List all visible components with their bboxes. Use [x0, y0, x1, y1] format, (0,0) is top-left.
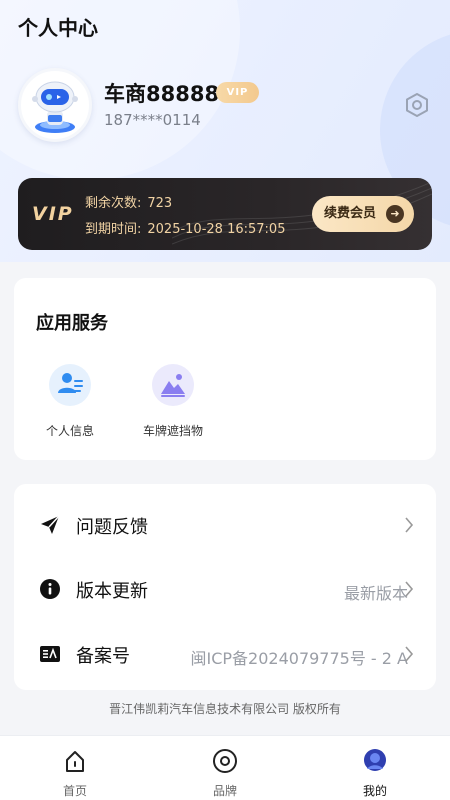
- info-icon: [40, 579, 60, 599]
- page-title: 个人中心: [18, 16, 98, 40]
- menu-label: 版本更新: [76, 581, 148, 602]
- menu-label: 备案号: [76, 646, 130, 667]
- menu-label: 问题反馈: [76, 517, 148, 538]
- username: 车商88888: [104, 82, 220, 106]
- menu-value: 最新版本: [343, 584, 408, 603]
- remaining-value: 723: [147, 196, 173, 211]
- tab-label: 品牌: [212, 784, 237, 798]
- image-mountain-icon: [152, 364, 194, 406]
- menu-item-feedback[interactable]: 问题反馈: [14, 496, 436, 552]
- vip-badge: VIP: [216, 82, 259, 103]
- robot-avatar-icon: [32, 81, 78, 133]
- service-plate-cover[interactable]: 车牌遮挡物: [133, 364, 213, 439]
- brand-icon: [213, 749, 237, 773]
- expire-value: 2025-10-28 16:57:05: [147, 222, 286, 237]
- settings-menu-card: 问题反馈 版本更新 最新版本 备案号 闽ICP备2024079775号 - 2 …: [14, 484, 436, 690]
- menu-value: 闽ICP备2024079775号 - 2 A: [190, 649, 409, 668]
- expire-label: 到期时间:: [85, 222, 142, 237]
- service-label: 车牌遮挡物: [142, 424, 203, 438]
- copyright-text: 晋江伟凯莉汽车信息技术有限公司 版权所有: [109, 702, 341, 716]
- send-icon: [41, 515, 60, 534]
- remaining-label: 剩余次数:: [85, 196, 142, 211]
- services-card: 应用服务 个人信息 车牌遮挡物: [14, 278, 436, 460]
- menu-item-version-update[interactable]: 版本更新 最新版本: [14, 560, 436, 616]
- service-personal-info[interactable]: 个人信息: [30, 364, 110, 439]
- renew-membership-button[interactable]: 续费会员 ➜: [312, 196, 414, 232]
- services-title: 应用服务: [36, 313, 108, 334]
- tab-home[interactable]: 首页: [45, 748, 105, 799]
- chevron-right-icon: [405, 517, 414, 533]
- home-icon: [66, 751, 84, 772]
- tab-label: 首页: [62, 784, 87, 798]
- avatar[interactable]: [18, 68, 92, 142]
- vip-membership-card: VIP 剩余次数: 723 到期时间: 2025-10-28 16:57:05 续费…: [18, 178, 432, 250]
- expire-time-row: 到期时间: 2025-10-28 16:57:05: [85, 218, 285, 237]
- user-card-icon: [49, 364, 91, 406]
- tab-label: 我的: [362, 784, 387, 798]
- profile-icon: [364, 749, 386, 771]
- tab-profile[interactable]: 我的: [345, 748, 405, 799]
- remaining-count-row: 剩余次数: 723: [85, 192, 172, 211]
- renew-label: 续费会员: [324, 206, 377, 221]
- service-label: 个人信息: [45, 424, 94, 438]
- chevron-right-icon: [405, 581, 414, 597]
- chevron-right-icon: [405, 646, 414, 662]
- arrow-right-icon: ➜: [386, 205, 404, 223]
- bottom-tab-bar: 首页 品牌 我的: [0, 735, 450, 800]
- phone-number: 187****0114: [104, 111, 201, 129]
- menu-item-icp-record[interactable]: 备案号 闽ICP备2024079775号 - 2 A: [14, 625, 436, 681]
- settings-button[interactable]: [403, 91, 431, 119]
- hexagon-settings-icon: [406, 93, 428, 117]
- record-icon: [40, 646, 60, 662]
- vip-logo: VIP: [32, 203, 74, 225]
- tab-brand[interactable]: 品牌: [195, 748, 255, 799]
